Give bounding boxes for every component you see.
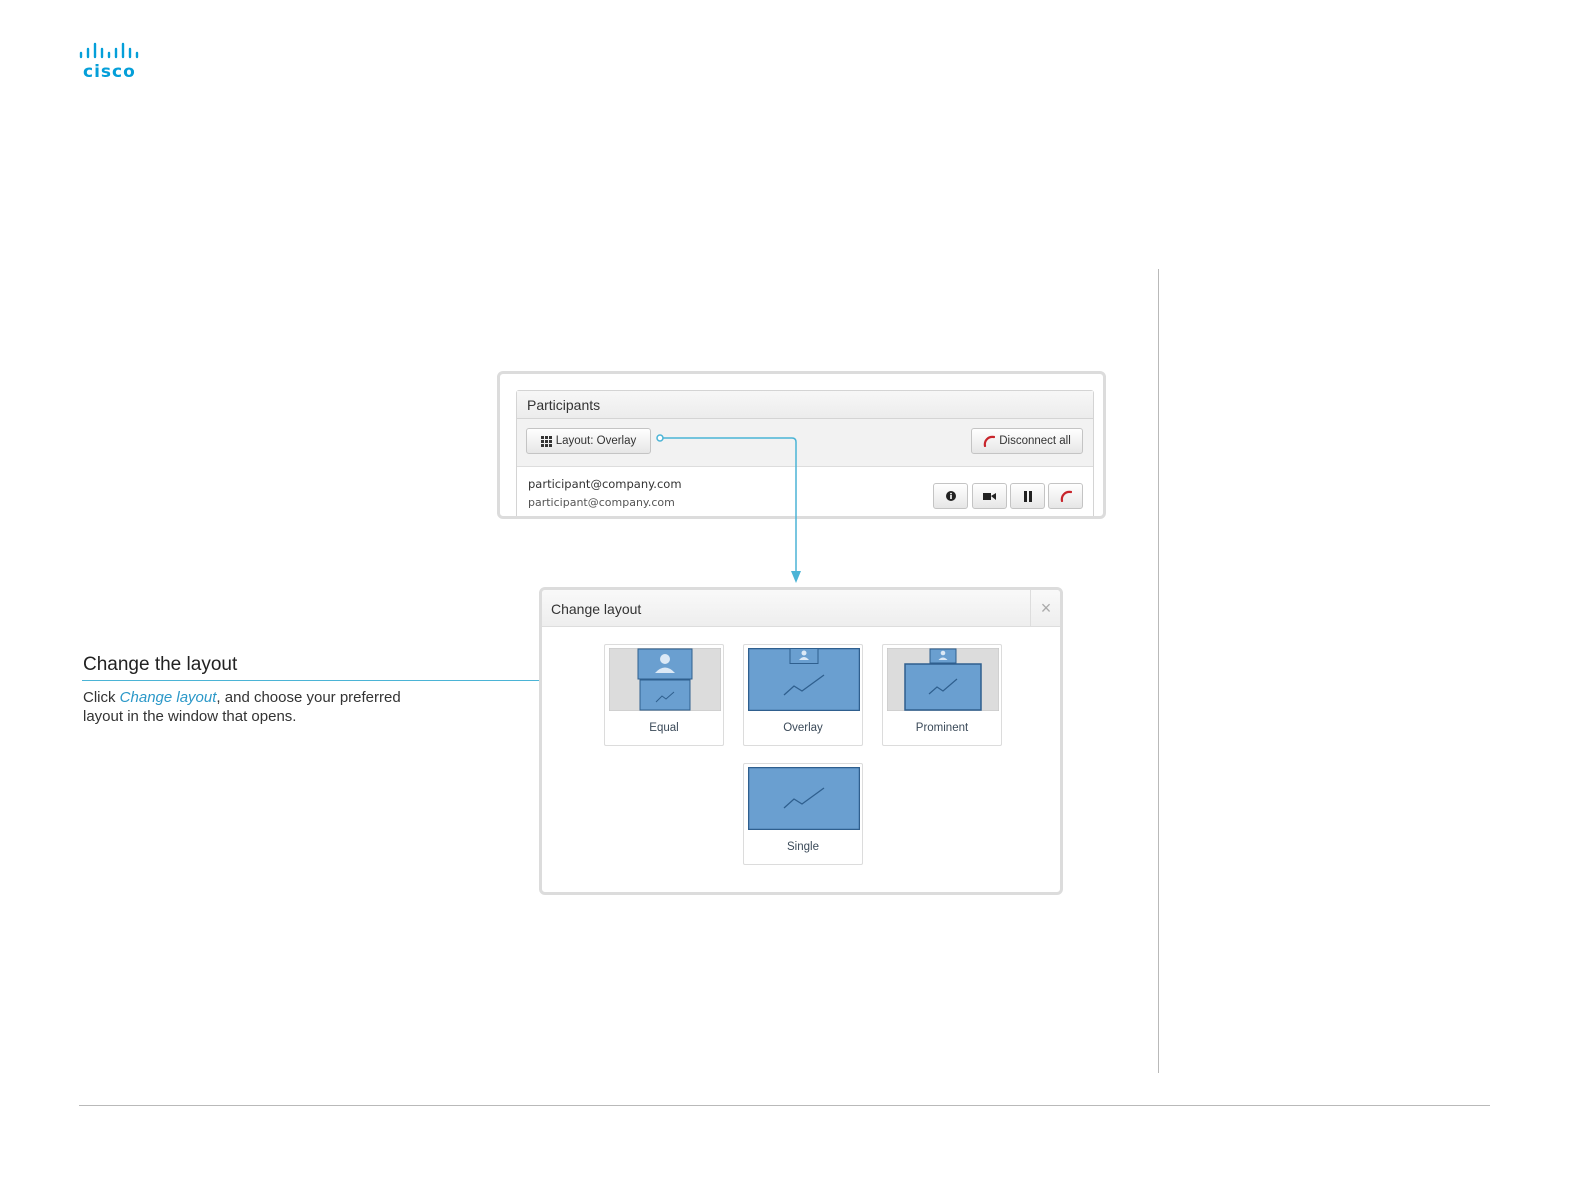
description-prefix: Click	[83, 689, 120, 706]
close-icon[interactable]: ×	[1030, 590, 1060, 627]
hangup-icon	[983, 435, 996, 447]
grid-icon	[540, 435, 552, 447]
info-icon	[945, 491, 956, 501]
participant-uri: participant@company.com	[528, 496, 675, 509]
description-link-text: Change layout	[119, 689, 217, 706]
layout-option-single[interactable]: Single	[743, 763, 863, 865]
layout-option-label: Prominent	[915, 722, 969, 734]
layout-option-label: Equal	[649, 722, 679, 734]
section-description: Click Change layout, and choose your pre…	[83, 688, 423, 726]
callout-line	[82, 680, 578, 681]
participant-row: participant@company.com participant@comp…	[517, 467, 1093, 516]
dialog-title: Change layout	[551, 601, 642, 617]
participant-hold-button[interactable]	[1010, 483, 1045, 509]
connector-arrow	[656, 434, 801, 583]
layout-option-prominent[interactable]: Prominent	[882, 644, 1002, 746]
section-title: Change the layout	[83, 654, 238, 675]
prominent-layout-icon	[887, 648, 999, 711]
disconnect-all-button[interactable]: Disconnect all	[971, 428, 1083, 454]
layout-option-equal[interactable]: Equal	[604, 644, 724, 746]
hangup-icon	[1060, 490, 1072, 502]
participants-panel: Participants Layout: Overlay Disconnect …	[516, 390, 1094, 516]
equal-layout-icon	[609, 648, 721, 711]
change-layout-dialog: Change layout × Equal Overlay Prominent …	[539, 587, 1063, 895]
layout-option-label: Single	[787, 841, 819, 853]
cisco-logo: cisco	[79, 42, 151, 82]
participants-toolbar: Layout: Overlay Disconnect all	[517, 419, 1093, 467]
cisco-wordmark: cisco	[83, 62, 136, 82]
pause-icon	[1023, 490, 1032, 502]
disconnect-all-label: Disconnect all	[999, 435, 1071, 447]
layout-button-label: Layout: Overlay	[555, 435, 637, 447]
overlay-layout-icon	[748, 648, 860, 711]
layout-option-label: Overlay	[783, 722, 823, 734]
layout-button[interactable]: Layout: Overlay	[526, 428, 651, 454]
vertical-divider	[1158, 269, 1159, 1073]
participant-disconnect-button[interactable]	[1048, 483, 1083, 509]
single-layout-icon	[748, 767, 860, 830]
participant-video-button[interactable]	[972, 483, 1007, 509]
video-icon	[983, 492, 996, 500]
footer-divider	[79, 1105, 1490, 1106]
participants-header: Participants	[517, 391, 1093, 419]
cisco-bars-icon	[79, 42, 139, 59]
participant-info-button[interactable]	[933, 483, 968, 509]
dialog-header: Change layout ×	[542, 590, 1060, 627]
layout-option-overlay[interactable]: Overlay	[743, 644, 863, 746]
